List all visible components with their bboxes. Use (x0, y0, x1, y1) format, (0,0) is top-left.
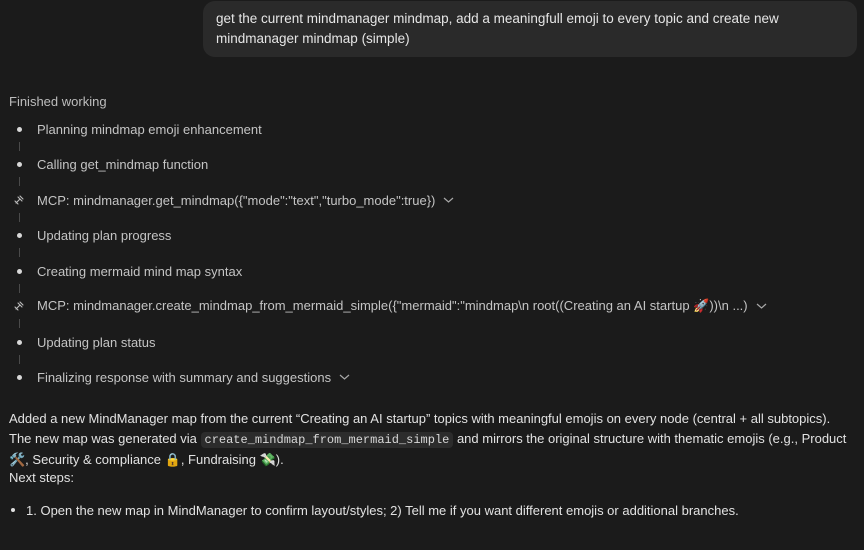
bullet-icon (13, 261, 25, 281)
chevron-down-icon[interactable] (339, 373, 350, 381)
user-message-text: get the current mindmanager mindmap, add… (216, 11, 779, 46)
step-label: Planning mindmap emoji enhancement (37, 121, 262, 137)
mcp-step-label: MCP: mindmanager.get_mindmap({"mode":"te… (37, 193, 454, 208)
assistant-summary: Added a new MindManager map from the cur… (9, 409, 849, 470)
next-steps-text: 1. Open the new map in MindManager to co… (26, 502, 739, 518)
next-steps-item: 1. Open the new map in MindManager to co… (0, 500, 864, 520)
step-connector (18, 355, 20, 364)
step-label: Updating plan status (37, 334, 156, 350)
mcp-tool-icon (13, 296, 25, 316)
bullet-icon (13, 225, 25, 245)
bullet-icon (13, 367, 25, 387)
chevron-down-icon[interactable] (756, 302, 767, 310)
step-label: Creating mermaid mind map syntax (37, 263, 243, 279)
bullet-icon (11, 508, 15, 512)
step-label: Finalizing response with summary and sug… (37, 370, 350, 385)
step-label: Calling get_mindmap function (37, 156, 209, 172)
chevron-down-icon[interactable] (443, 196, 454, 204)
step-connector (18, 284, 20, 293)
bullet-icon (13, 332, 25, 352)
bullet-icon (13, 154, 25, 174)
status-label[interactable]: Finished working (9, 94, 107, 109)
mcp-step-label: MCP: mindmanager.create_mindmap_from_mer… (37, 298, 767, 314)
step-label: Updating plan progress (37, 227, 172, 243)
next-steps-heading: Next steps: (9, 470, 75, 485)
step-connector (18, 142, 20, 151)
step-connector (18, 319, 20, 328)
step-connector (18, 248, 20, 257)
inline-code: create_mindmap_from_mermaid_simple (200, 432, 454, 448)
step-connector (18, 213, 20, 222)
mcp-tool-icon (13, 190, 25, 210)
step-connector (18, 177, 20, 186)
bullet-icon (13, 119, 25, 139)
user-message-bubble: get the current mindmanager mindmap, add… (203, 1, 857, 57)
